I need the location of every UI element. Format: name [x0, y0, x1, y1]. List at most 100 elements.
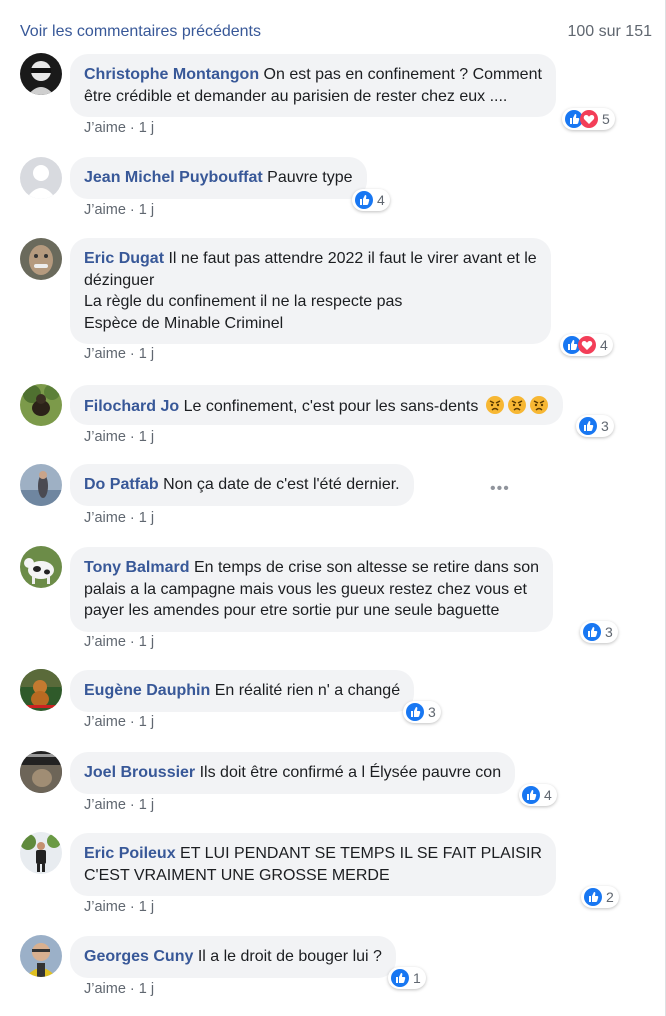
comment-text-line: Le confinement, c'est pour les sans-dent…: [183, 398, 479, 415]
comment-meta: J’aime · 1 j: [84, 346, 155, 362]
reaction-count: 3: [605, 624, 613, 640]
view-previous-comments-link[interactable]: Voir les commentaires précédents: [20, 23, 261, 41]
comment-meta: J’aime · 1 j: [84, 899, 155, 915]
comment-meta: J’aime · 1 j: [84, 634, 155, 650]
comment-author[interactable]: Eugène Dauphin: [84, 682, 210, 699]
avatar[interactable]: [20, 157, 62, 199]
comment-meta: J’aime · 1 j: [84, 120, 155, 136]
like-link[interactable]: J’aime: [84, 714, 126, 730]
comment-bubble: Eric Poileux ET LUI PENDANT SE TEMPS IL …: [70, 833, 556, 896]
comment-text-line: ET LUI PENDANT SE TEMPS IL SE FAIT PLAIS…: [180, 845, 542, 862]
comment-bubble: Georges Cuny Il a le droit de bouger lui…: [70, 936, 396, 978]
more-options-icon[interactable]: •••: [490, 480, 510, 498]
reaction-summary[interactable]: 2: [581, 886, 619, 908]
timestamp[interactable]: 1 j: [139, 899, 154, 915]
timestamp[interactable]: 1 j: [139, 634, 154, 650]
like-icon: [584, 888, 602, 906]
avatar[interactable]: [20, 53, 62, 95]
avatar[interactable]: [20, 832, 62, 874]
timestamp[interactable]: 1 j: [139, 346, 154, 362]
comment-bubble: Tony Balmard En temps de crise son altes…: [70, 547, 554, 632]
comment-meta: J’aime · 1 j: [84, 510, 155, 526]
like-link[interactable]: J’aime: [84, 120, 126, 136]
like-link[interactable]: J’aime: [84, 429, 126, 445]
timestamp[interactable]: 1 j: [139, 202, 154, 218]
comment-text-line: Pauvre type: [267, 169, 353, 186]
comment-author[interactable]: Georges Cuny: [84, 948, 193, 965]
reaction-count: 3: [601, 418, 609, 434]
timestamp[interactable]: 1 j: [139, 429, 154, 445]
comment-bubble: Eugène Dauphin En réalité rien n' a chan…: [70, 670, 415, 712]
comment-text-line: être crédible et demander au parisien de…: [84, 87, 508, 105]
comment-meta: J’aime · 1 j: [84, 981, 155, 997]
like-icon: [579, 417, 597, 435]
reaction-count: 3: [428, 704, 436, 720]
avatar[interactable]: [20, 384, 62, 426]
like-link[interactable]: J’aime: [84, 899, 126, 915]
comment-text-line: On est pas en confinement ? Comment: [263, 66, 542, 83]
comment-bubble: Filochard Jo Le confinement, c'est pour …: [70, 385, 563, 425]
comment-author[interactable]: Filochard Jo: [84, 398, 179, 415]
avatar[interactable]: [20, 751, 62, 793]
avatar[interactable]: [20, 464, 62, 506]
timestamp[interactable]: 1 j: [139, 510, 154, 526]
reaction-summary[interactable]: 3: [576, 415, 614, 437]
like-icon: [583, 623, 601, 641]
comment-author[interactable]: Do Patfab: [84, 476, 159, 493]
comment-text-line: En réalité rien n' a changé: [214, 682, 401, 699]
comment-text-line: dézinguer: [84, 271, 155, 289]
comment-count: 100 sur 151: [567, 23, 652, 40]
like-link[interactable]: J’aime: [84, 202, 126, 218]
comment-text-line: En temps de crise son altesse se retire …: [193, 559, 540, 576]
comment-text-line: Espèce de Minable Criminel: [84, 314, 284, 332]
like-icon: [406, 703, 424, 721]
reaction-count: 2: [606, 889, 614, 905]
angry-face-icon: [529, 395, 549, 415]
reaction-summary[interactable]: 4: [519, 784, 557, 806]
comment-bubble: Joel Broussier Ils doit être confirmé a …: [70, 752, 516, 794]
like-link[interactable]: J’aime: [84, 510, 126, 526]
comment-bubble: Christophe Montangon On est pas en confi…: [70, 54, 556, 117]
timestamp[interactable]: 1 j: [139, 797, 154, 813]
reaction-summary[interactable]: 1: [388, 967, 426, 989]
comment-author[interactable]: Joel Broussier: [84, 764, 195, 781]
comment-text-line: C'EST VRAIMENT UNE GROSSE MERDE: [84, 866, 390, 884]
comment-author[interactable]: Christophe Montangon: [84, 66, 259, 83]
reaction-count: 5: [602, 111, 610, 127]
like-link[interactable]: J’aime: [84, 346, 126, 362]
comment-author[interactable]: Jean Michel Puybouffat: [84, 169, 263, 186]
like-icon: [355, 191, 373, 209]
timestamp[interactable]: 1 j: [139, 981, 154, 997]
like-link[interactable]: J’aime: [84, 797, 126, 813]
reaction-summary[interactable]: 5: [562, 108, 615, 130]
reaction-summary[interactable]: 4: [352, 189, 390, 211]
comment-meta: J’aime · 1 j: [84, 714, 155, 730]
comment-text-line: La règle du confinement il ne la respect…: [84, 293, 403, 310]
timestamp[interactable]: 1 j: [139, 120, 154, 136]
comment-author[interactable]: Eric Dugat: [84, 250, 164, 267]
love-icon: [578, 336, 596, 354]
comment-author[interactable]: Tony Balmard: [84, 559, 190, 576]
love-icon: [580, 110, 598, 128]
comment-meta: J’aime · 1 j: [84, 429, 155, 445]
avatar[interactable]: [20, 669, 62, 711]
comment-text-line: Non ça date de c'est l'été dernier.: [163, 476, 400, 493]
comment-text-line: Ils doit être confirmé a l Élysée pauvre…: [199, 764, 502, 781]
like-icon: [522, 786, 540, 804]
reaction-summary[interactable]: 3: [580, 621, 618, 643]
comment-author[interactable]: Eric Poileux: [84, 845, 176, 862]
reaction-count: 1: [413, 970, 421, 986]
angry-face-icon: [507, 395, 527, 415]
avatar[interactable]: [20, 238, 62, 280]
reaction-count: 4: [600, 337, 608, 353]
reaction-count: 4: [544, 787, 552, 803]
reaction-summary[interactable]: 3: [403, 701, 441, 723]
avatar[interactable]: [20, 546, 62, 588]
avatar[interactable]: [20, 935, 62, 977]
timestamp[interactable]: 1 j: [139, 714, 154, 730]
like-link[interactable]: J’aime: [84, 634, 126, 650]
comment-bubble: Eric Dugat Il ne faut pas attendre 2022 …: [70, 238, 551, 344]
comment-meta: J’aime · 1 j: [84, 202, 155, 218]
like-link[interactable]: J’aime: [84, 981, 126, 997]
reaction-summary[interactable]: 4: [560, 334, 613, 356]
